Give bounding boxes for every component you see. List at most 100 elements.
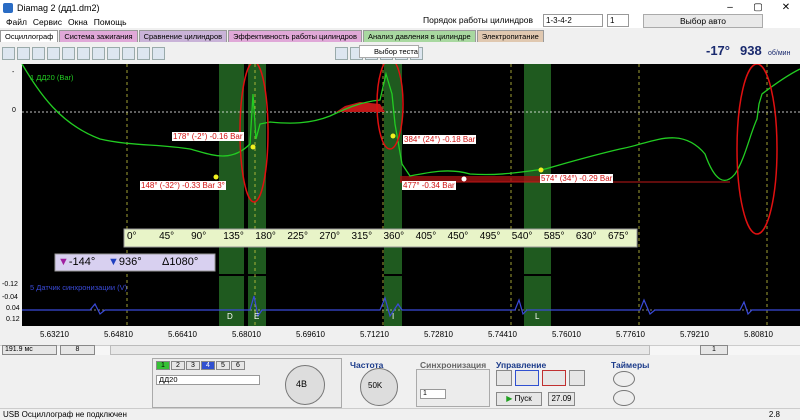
marker-m1-value: -144° <box>68 256 96 268</box>
horizontal-scrollbar[interactable] <box>110 345 650 355</box>
channel-5-button[interactable]: 5 <box>216 361 230 370</box>
channel5-trace <box>22 295 800 318</box>
test-select-dropdown[interactable]: Выбор теста <box>359 45 419 58</box>
maximize-button[interactable]: ▢ <box>744 0 772 15</box>
channel-4-button[interactable]: 4 <box>201 361 215 370</box>
channel-spin[interactable]: 8 <box>60 345 95 355</box>
menu-windows[interactable]: Окна <box>68 17 88 27</box>
app-icon <box>3 2 13 13</box>
status-text: USB Осциллограф не подключен <box>3 410 127 419</box>
marker-delta: Δ1080° <box>162 256 198 268</box>
degree-tick: 315° <box>351 231 373 242</box>
compress-icon[interactable] <box>122 46 135 60</box>
pulse-icon[interactable] <box>542 370 566 386</box>
menu-service[interactable]: Сервис <box>33 17 62 27</box>
channel-2-button[interactable]: 2 <box>171 361 185 370</box>
play-icon: ▶ <box>506 394 513 403</box>
degree-tick: 180° <box>255 231 276 242</box>
tab-oscilloscope[interactable]: Осциллограф <box>0 30 59 42</box>
wave-icon[interactable] <box>92 46 105 60</box>
channel-buttons: 1 2 3 4 5 6 <box>156 361 245 370</box>
zone-label-e: E <box>254 312 260 321</box>
annotation-2: 148° (-32°) -0.33 Bar 3° <box>140 181 226 190</box>
cylinder-order-select[interactable]: 1-3-4-2 <box>543 14 603 27</box>
window-title: Diamag 2 (дд1.dm2) <box>17 2 100 13</box>
degree-tick: 360° <box>383 231 405 242</box>
open-folder-icon[interactable] <box>17 46 30 60</box>
minimize-button[interactable]: – <box>716 0 744 15</box>
menu-help[interactable]: Помощь <box>94 17 127 27</box>
oscilloscope-plot[interactable] <box>0 58 800 345</box>
window-controls: – ▢ ✕ <box>716 0 800 15</box>
date-button[interactable]: 27.09 <box>548 392 575 406</box>
time-tick: 5.68010 <box>232 330 261 339</box>
tab-pressure-analysis[interactable]: Анализ давления в цилиндре <box>362 30 476 42</box>
timebase-field[interactable]: 191.9 мс <box>2 345 57 355</box>
expand-icon[interactable] <box>137 46 150 60</box>
marker-m2-value: 936° <box>118 256 142 268</box>
grid-icon[interactable] <box>62 46 75 60</box>
close-button[interactable]: ✕ <box>772 0 800 15</box>
menu-file[interactable]: Файл <box>6 17 27 27</box>
sync-select[interactable]: 1 <box>420 389 446 399</box>
tab-ignition[interactable]: Система зажигания <box>59 30 138 42</box>
marker-icon[interactable] <box>335 46 348 60</box>
highlight-ellipse-3 <box>736 63 778 235</box>
zone-label-d: D <box>227 312 233 321</box>
tab-cylinder-compare[interactable]: Сравнение цилиндров <box>138 30 228 42</box>
marker-dot-5 <box>538 167 544 173</box>
zone-d-lower <box>219 276 244 331</box>
channel1-zero-tick: 0 <box>12 107 16 114</box>
voltage-value: 4В <box>296 379 308 389</box>
channel-name-field[interactable]: ДД20 <box>156 375 260 385</box>
timer-2-icon[interactable] <box>613 390 635 406</box>
page-field[interactable]: 1 <box>700 345 728 355</box>
zone-label-i: I <box>392 312 395 321</box>
waveform-svg <box>0 58 800 345</box>
save-icon[interactable] <box>32 46 45 60</box>
ch5-tick-1: -0.12 <box>2 281 18 288</box>
timers-title: Таймеры <box>611 360 650 370</box>
cylinder-order-label: Порядок работы цилиндров <box>423 15 534 25</box>
zone-e-lower <box>248 276 266 331</box>
cylinder-spin[interactable]: 1 <box>607 14 629 27</box>
control-icons <box>496 370 585 386</box>
degree-tick: 540° <box>511 231 533 242</box>
channel-3-button[interactable]: 3 <box>186 361 200 370</box>
version-text: 2.8 <box>768 410 780 419</box>
degree-tick: 270° <box>319 231 341 242</box>
ch5-tick-3: 0.04 <box>6 305 20 312</box>
time-tick: 5.71210 <box>360 330 389 339</box>
export-icon[interactable] <box>569 370 585 386</box>
control-title: Управление <box>496 360 547 370</box>
frequency-value: 50K <box>368 381 383 390</box>
degree-tick: 675° <box>607 231 629 242</box>
tab-power[interactable]: Электропитание <box>476 30 544 42</box>
cursor-icon[interactable] <box>47 46 60 60</box>
zoom-icon[interactable] <box>77 46 90 60</box>
degree-tick: 135° <box>223 231 244 242</box>
channel5-label: 5 Датчик синхронизации (V) <box>30 283 128 292</box>
tab-strip: Осциллограф Система зажигания Сравнение … <box>0 30 545 42</box>
zone-label-l: L <box>535 312 540 321</box>
degree-tick: 45° <box>159 231 175 242</box>
marker-dot-2 <box>213 174 219 180</box>
stop-icon[interactable] <box>496 370 512 386</box>
new-file-icon[interactable] <box>2 46 15 60</box>
channel-1-button[interactable]: 1 <box>156 361 170 370</box>
channel-6-button[interactable]: 6 <box>231 361 245 370</box>
ch5-tick-4: 0.12 <box>6 316 20 323</box>
annotation-1: 178° (-2°) -0.16 Bar <box>172 132 244 141</box>
timer-1-icon[interactable] <box>613 371 635 387</box>
fit-icon[interactable] <box>107 46 120 60</box>
control-area: 191.9 мс 8 1 1 2 3 4 5 6 ДД20 4В Частота… <box>0 345 800 408</box>
print-icon[interactable] <box>152 46 165 60</box>
tab-cylinder-efficiency[interactable]: Эффективность работы цилиндров <box>228 30 362 42</box>
degree-tick: 630° <box>575 231 597 242</box>
auto-select-button[interactable]: Выбор авто <box>643 14 763 28</box>
degree-tick: 90° <box>191 231 207 242</box>
start-button[interactable]: ▶ Пуск <box>496 392 542 406</box>
annotation-5: 574° (34°) -0.29 Bar <box>540 174 614 183</box>
degree-tick: 585° <box>543 231 565 242</box>
sine-icon[interactable] <box>515 370 539 386</box>
